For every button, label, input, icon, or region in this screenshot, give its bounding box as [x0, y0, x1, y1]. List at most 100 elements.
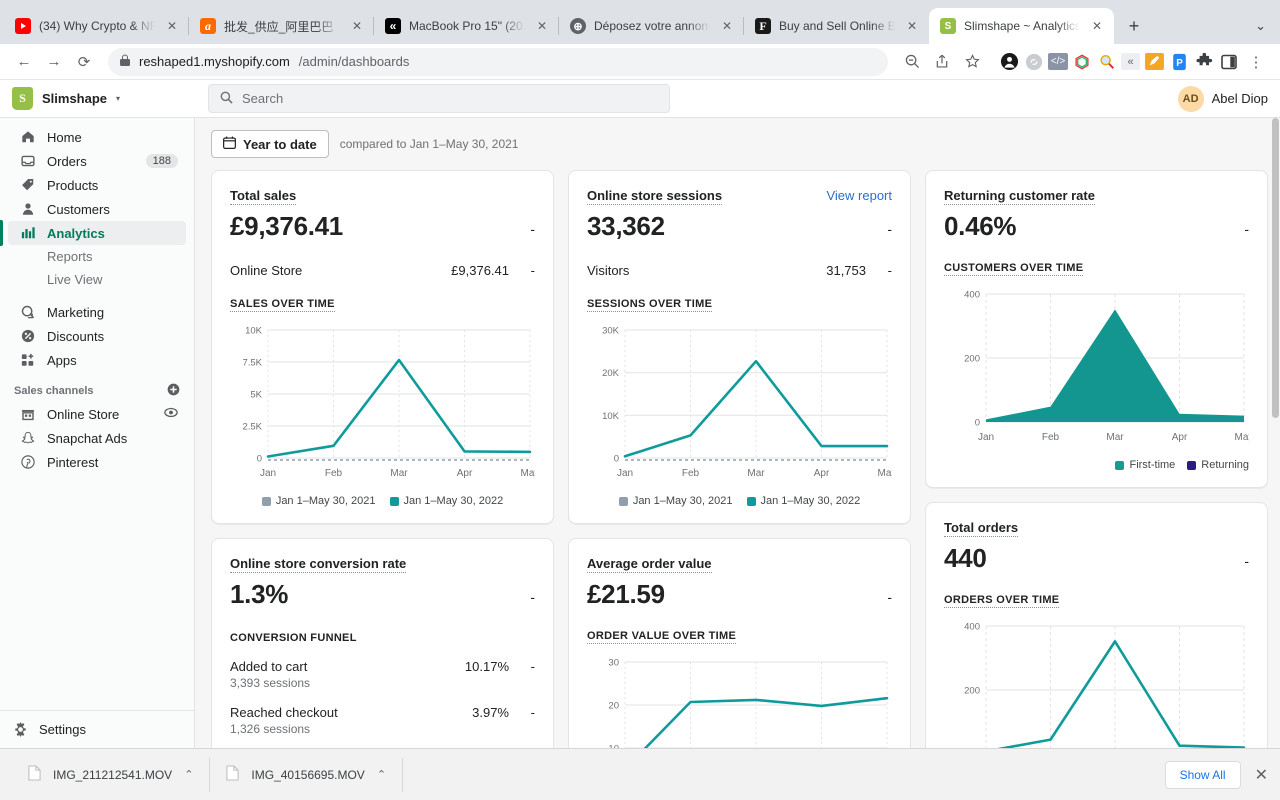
share-icon[interactable] [928, 48, 956, 76]
store-switcher[interactable]: S Slimshape ▾ [12, 87, 172, 110]
link-icon[interactable] [1023, 51, 1045, 73]
reload-icon[interactable]: ⟳ [70, 48, 98, 76]
svg-text:5K: 5K [250, 390, 262, 401]
legend-item-curr: Jan 1–May 30, 2022 [747, 495, 861, 507]
view-report-link[interactable]: View report [826, 188, 892, 203]
download-item-1[interactable]: IMG_40156695.MOV ⌃ [210, 758, 403, 792]
browser-tab-1[interactable]: a 批发_供应_阿里巴巴 ✕ [189, 8, 374, 44]
sidebar-item-online-store[interactable]: Online Store [8, 402, 186, 426]
download-item-0[interactable]: IMG_211212541.MOV ⌃ [12, 758, 210, 792]
browser-tab-5-active[interactable]: S Slimshape ~ Analytics ✕ [929, 8, 1114, 44]
pinterest-save-icon[interactable]: P [1168, 51, 1190, 73]
sidebar-item-snapchat-ads[interactable]: Snapchat Ads [8, 426, 186, 450]
chevrons-left-icon[interactable]: « [1121, 53, 1140, 70]
youtube-icon [15, 18, 31, 34]
profile-avatar-icon[interactable] [998, 51, 1020, 73]
chevron-down-icon[interactable]: ▾ [116, 94, 120, 103]
sidebar-item-analytics[interactable]: Analytics [8, 221, 186, 245]
chevron-down-icon[interactable]: ⌄ [1249, 14, 1272, 38]
breakdown-value: 31,753 [826, 263, 866, 278]
legend-item-curr: Jan 1–May 30, 2022 [390, 495, 504, 507]
lock-icon [120, 54, 130, 69]
date-range-button[interactable]: Year to date [211, 130, 329, 158]
metric-value: 33,362 [587, 211, 665, 242]
code-icon[interactable]: </> [1048, 53, 1068, 70]
card-returning-customer-rate: Returning customer rate 0.46% - CUSTOMER… [925, 170, 1268, 488]
card-total-sales: Total sales £9,376.41 - Online Store £9,… [211, 170, 554, 524]
sales-channels-label: Sales channels [14, 385, 94, 397]
main-scrollbar[interactable] [1272, 118, 1279, 748]
browser-tab-4[interactable]: F Buy and Sell Online Bu ✕ [744, 8, 929, 44]
download-file-name: IMG_40156695.MOV [251, 768, 364, 782]
download-file-name: IMG_211212541.MOV [53, 768, 172, 782]
svg-text:0: 0 [614, 454, 619, 465]
chevron-up-icon[interactable]: ⌃ [184, 768, 193, 781]
sidebar-item-products[interactable]: Products [8, 173, 186, 197]
svg-text:0: 0 [975, 418, 980, 429]
forward-icon[interactable]: → [40, 48, 68, 76]
app-body: Home Orders 188 Products Customers [0, 118, 1280, 748]
svg-text:Feb: Feb [325, 468, 343, 479]
orders-badge: 188 [146, 154, 178, 168]
browser-menu-icon[interactable]: ⋮ [1242, 48, 1270, 76]
pinterest-icon [20, 455, 36, 469]
scrollbar-thumb[interactable] [1272, 118, 1279, 418]
tab-close-icon[interactable]: ✕ [718, 17, 736, 35]
breakdown-label: Visitors [587, 263, 629, 278]
legend-swatch [390, 497, 399, 506]
card-title: Returning customer rate [944, 188, 1095, 205]
sidebar-item-discounts[interactable]: Discounts [8, 324, 186, 348]
eye-icon[interactable] [164, 407, 178, 421]
sidebar-item-settings[interactable]: Settings [0, 710, 194, 748]
show-all-button[interactable]: Show All [1165, 761, 1241, 789]
card-conversion-rate: Online store conversion rate 1.3% - CONV… [211, 538, 554, 748]
chart-legend: Jan 1–May 30, 2021 Jan 1–May 30, 2022 [587, 495, 892, 507]
back-icon[interactable]: ← [10, 48, 38, 76]
sidebar-item-pinterest[interactable]: Pinterest [8, 450, 186, 474]
new-tab-button[interactable]: + [1120, 12, 1148, 40]
zoom-out-icon[interactable] [898, 48, 926, 76]
breakdown-label: Online Store [230, 263, 302, 278]
sidebar-item-orders[interactable]: Orders 188 [8, 149, 186, 173]
highlighter-icon[interactable] [1143, 51, 1165, 73]
tab-close-icon[interactable]: ✕ [348, 17, 366, 35]
hexagon-icon[interactable] [1071, 51, 1093, 73]
bookmark-star-icon[interactable] [958, 48, 986, 76]
browser-tab-0[interactable]: (34) Why Crypto & NFT ✕ [4, 8, 189, 44]
sidebar-item-marketing[interactable]: Marketing [8, 300, 186, 324]
chart-label: ORDER VALUE OVER TIME [587, 630, 736, 644]
svg-text:2.5K: 2.5K [242, 422, 262, 433]
sidebar-item-home[interactable]: Home [8, 125, 186, 149]
tab-close-icon[interactable]: ✕ [163, 17, 181, 35]
svg-text:400: 400 [964, 290, 980, 301]
main-content: Year to date compared to Jan 1–May 30, 2… [195, 118, 1280, 748]
funnel-pct: 3.97% [472, 705, 509, 720]
calendar-icon [223, 136, 236, 152]
dashboard-column-3: Returning customer rate 0.46% - CUSTOMER… [925, 170, 1268, 748]
chart-label: CUSTOMERS OVER TIME [944, 262, 1083, 276]
discount-icon [20, 329, 36, 343]
puzzle-icon[interactable] [1193, 51, 1215, 73]
address-bar[interactable]: reshaped1.myshopify.com/admin/dashboards [108, 48, 888, 76]
search-input[interactable]: Search [208, 84, 670, 113]
tab-close-icon[interactable]: ✕ [533, 17, 551, 35]
browser-tab-2[interactable]: « MacBook Pro 15" (201 ✕ [374, 8, 559, 44]
browser-tab-3[interactable]: ⊕ Déposez votre annonc ✕ [559, 8, 744, 44]
search-magnify-icon[interactable] [1096, 51, 1118, 73]
chevron-up-icon[interactable]: ⌃ [377, 768, 386, 781]
gear-icon [12, 722, 28, 737]
user-menu[interactable]: AD Abel Diop [1178, 86, 1268, 112]
plus-circle-icon[interactable] [167, 383, 180, 399]
megaphone-icon [20, 305, 36, 319]
sidebar-item-customers[interactable]: Customers [8, 197, 186, 221]
browser-window: (34) Why Crypto & NFT ✕ a 批发_供应_阿里巴巴 ✕ «… [0, 0, 1280, 800]
tab-close-icon[interactable]: ✕ [903, 17, 921, 35]
card-title: Total orders [944, 520, 1018, 537]
side-panel-icon[interactable] [1218, 51, 1240, 73]
tab-close-icon[interactable]: ✕ [1088, 17, 1106, 35]
sidebar-subitem-live-view[interactable]: Live View [8, 268, 186, 291]
sidebar-subitem-reports[interactable]: Reports [8, 245, 186, 268]
close-icon[interactable]: ✕ [1255, 765, 1268, 785]
sidebar-item-apps[interactable]: Apps [8, 348, 186, 372]
tag-icon [20, 178, 36, 192]
